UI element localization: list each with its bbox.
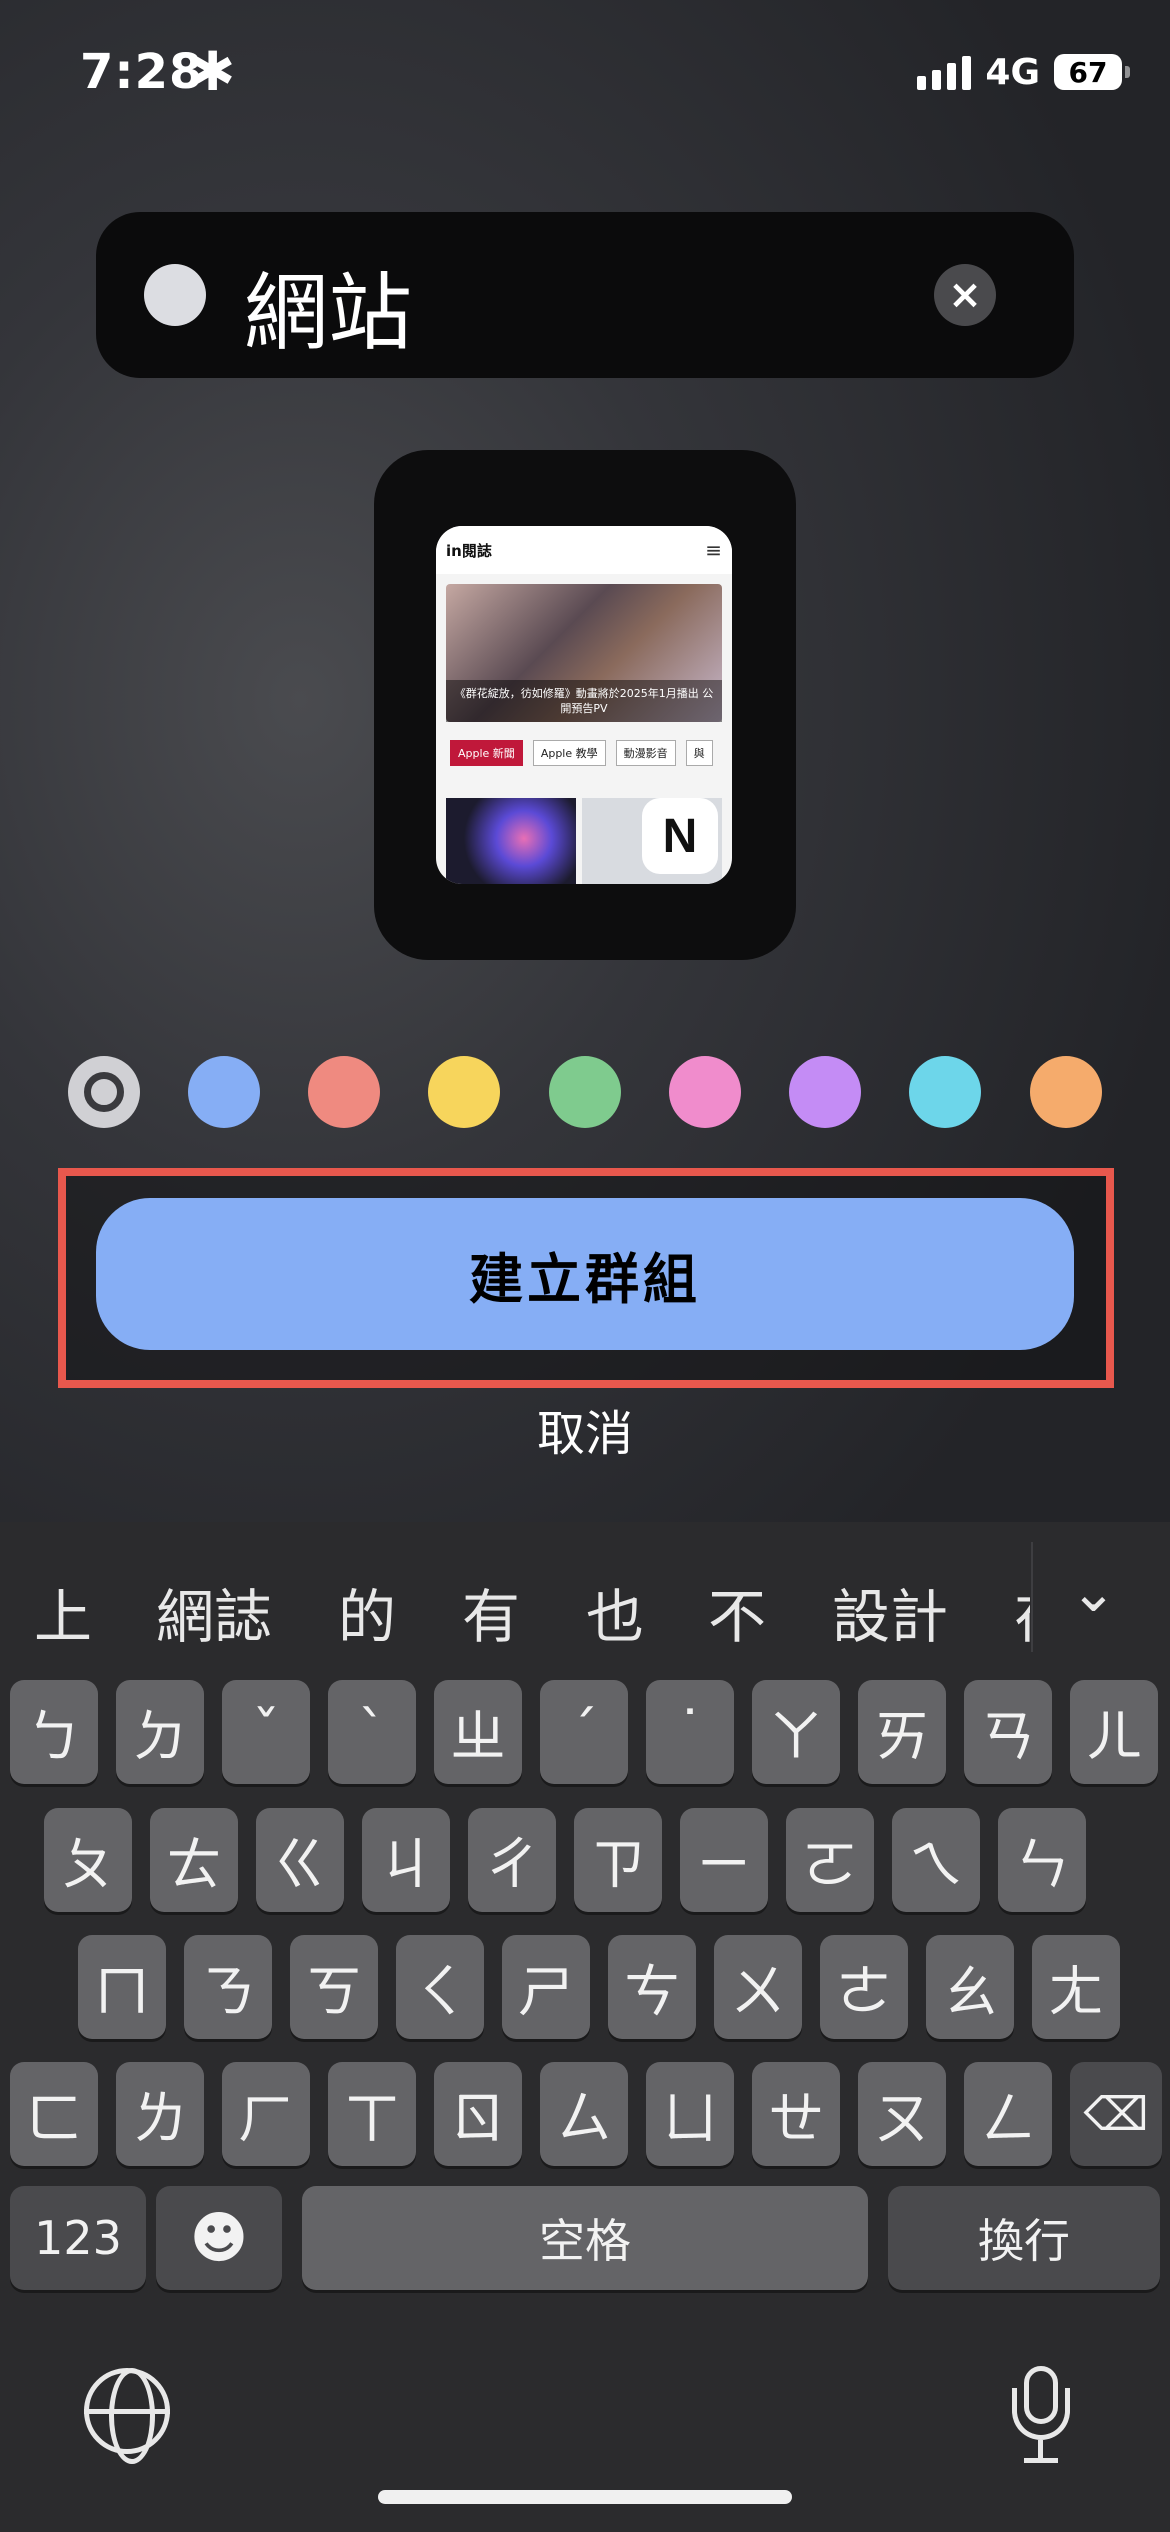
thumbnail-tags: Apple 新聞 Apple 教學 動漫影音 與	[450, 740, 713, 766]
key[interactable]: ㄤ	[1032, 1935, 1120, 2039]
color-swatch-pink[interactable]	[669, 1056, 741, 1128]
tag: 與	[685, 740, 713, 766]
thumbnail-header: in閱誌 ≡	[436, 526, 732, 574]
status-time: 7:28	[80, 44, 204, 100]
key[interactable]: ㄒ	[328, 2062, 416, 2166]
create-group-button[interactable]: 建立群組	[96, 1198, 1074, 1350]
key[interactable]: ㄙ	[540, 2062, 628, 2166]
tag: Apple 教學	[532, 740, 606, 766]
key[interactable]: ㄘ	[608, 1935, 696, 2039]
candidate-divider	[1031, 1542, 1033, 1652]
color-swatch-yellow[interactable]	[428, 1056, 500, 1128]
key[interactable]: ㄍ	[256, 1808, 344, 1912]
candidate-word[interactable]: 有	[462, 1570, 520, 1654]
key[interactable]: ㄢ	[964, 1680, 1052, 1784]
key[interactable]: ㄗ	[574, 1808, 662, 1912]
key[interactable]: ㄩ	[646, 2062, 734, 2166]
key[interactable]: ㄆ	[44, 1808, 132, 1912]
key[interactable]: ㄊ	[150, 1808, 238, 1912]
network-label: 4G	[985, 51, 1040, 93]
menu-icon: ≡	[705, 538, 722, 562]
key[interactable]: ㄏ	[222, 2062, 310, 2166]
tab-preview-card: in閱誌 ≡ 《群花綻放，彷如修羅》動畫將於2025年1月播出 公開預告PV A…	[374, 450, 796, 960]
key[interactable]: ㄚ	[752, 1680, 840, 1784]
cancel-button[interactable]: 取消	[0, 1394, 1170, 1464]
group-color-dot	[144, 264, 206, 326]
key[interactable]: ˊ	[540, 1680, 628, 1784]
key[interactable]: ㄖ	[434, 2062, 522, 2166]
color-swatch-red[interactable]	[308, 1056, 380, 1128]
clear-icon[interactable]: ×	[934, 264, 996, 326]
focus-icon: ✱	[190, 40, 236, 103]
signal-icon	[917, 54, 972, 90]
color-picker	[68, 1056, 1102, 1128]
key[interactable]: ㄜ	[820, 1935, 908, 2039]
hero-caption: 《群花綻放，彷如修羅》動畫將於2025年1月播出 公開預告PV	[446, 680, 722, 722]
key[interactable]: ㄐ	[362, 1808, 450, 1912]
key[interactable]: ˇ	[222, 1680, 310, 1784]
numbers-key[interactable]: 123	[10, 2186, 146, 2290]
candidate-bar: 上 網誌 的 有 也 不 設計 在 ⌄	[0, 1522, 1170, 1682]
color-swatch-cyan[interactable]	[909, 1056, 981, 1128]
key[interactable]: ㄝ	[752, 2062, 840, 2166]
key[interactable]: ㄎ	[290, 1935, 378, 2039]
key[interactable]: ㄌ	[116, 2062, 204, 2166]
candidate-word[interactable]: 網誌	[156, 1570, 272, 1654]
key[interactable]: ㄔ	[468, 1808, 556, 1912]
key[interactable]: ˙	[646, 1680, 734, 1784]
group-name-input[interactable]: 網站	[244, 246, 412, 367]
globe-icon[interactable]	[84, 2368, 170, 2464]
key[interactable]: ㄥ	[964, 2062, 1052, 2166]
candidate-word[interactable]: 也	[586, 1570, 644, 1654]
key[interactable]: ㄓ	[434, 1680, 522, 1784]
return-key[interactable]: 換行	[888, 2186, 1160, 2290]
key[interactable]: ㄣ	[998, 1808, 1086, 1912]
candidate-word[interactable]: 在	[1014, 1570, 1030, 1654]
color-swatch-green[interactable]	[549, 1056, 621, 1128]
backspace-icon[interactable]: ⌫	[1070, 2062, 1162, 2166]
color-swatch-orange[interactable]	[1030, 1056, 1102, 1128]
candidate-word[interactable]: 上	[34, 1570, 92, 1654]
hero-image: 《群花綻放，彷如修羅》動畫將於2025年1月播出 公開預告PV	[446, 584, 722, 722]
home-indicator	[378, 2490, 792, 2504]
space-key[interactable]: 空格	[302, 2186, 868, 2290]
key[interactable]: ㄞ	[858, 1680, 946, 1784]
candidate-word[interactable]: 的	[338, 1570, 396, 1654]
key[interactable]: ㄉ	[116, 1680, 204, 1784]
key[interactable]: ㄟ	[892, 1808, 980, 1912]
key[interactable]: ㄠ	[926, 1935, 1014, 2039]
site-logo: in閱誌	[446, 541, 492, 560]
chevron-down-icon[interactable]: ⌄	[1070, 1560, 1117, 1625]
key[interactable]: ㄛ	[786, 1808, 874, 1912]
battery-icon: 67	[1054, 54, 1130, 90]
key[interactable]: ㄅ	[10, 1680, 98, 1784]
key[interactable]: ㄇ	[78, 1935, 166, 2039]
group-name-field[interactable]: 網站 ×	[96, 212, 1074, 378]
candidate-word[interactable]: 不	[708, 1570, 766, 1654]
microphone-icon[interactable]	[1012, 2366, 1070, 2466]
candidate-word[interactable]: 設計	[832, 1570, 948, 1654]
app-icon: N	[642, 798, 718, 874]
tab-thumbnail: in閱誌 ≡ 《群花綻放，彷如修羅》動畫將於2025年1月播出 公開預告PV A…	[436, 526, 732, 884]
key[interactable]: ㄕ	[502, 1935, 590, 2039]
key[interactable]: ㄑ	[396, 1935, 484, 2039]
color-swatch-gray[interactable]	[68, 1056, 140, 1128]
color-swatch-blue[interactable]	[188, 1056, 260, 1128]
key[interactable]: ㄡ	[858, 2062, 946, 2166]
tag: 動漫影音	[615, 740, 676, 766]
key[interactable]: ㄈ	[10, 2062, 98, 2166]
emoji-icon[interactable]: ☻	[156, 2186, 282, 2290]
article-image	[446, 798, 576, 884]
key[interactable]: ˋ	[328, 1680, 416, 1784]
color-swatch-purple[interactable]	[789, 1056, 861, 1128]
key[interactable]: ㄋ	[184, 1935, 272, 2039]
status-indicators: 4G 67	[917, 51, 1130, 93]
key[interactable]: ㄦ	[1070, 1680, 1158, 1784]
key[interactable]: ㄨ	[714, 1935, 802, 2039]
key[interactable]: ㄧ	[680, 1808, 768, 1912]
tag: Apple 新聞	[450, 740, 523, 766]
